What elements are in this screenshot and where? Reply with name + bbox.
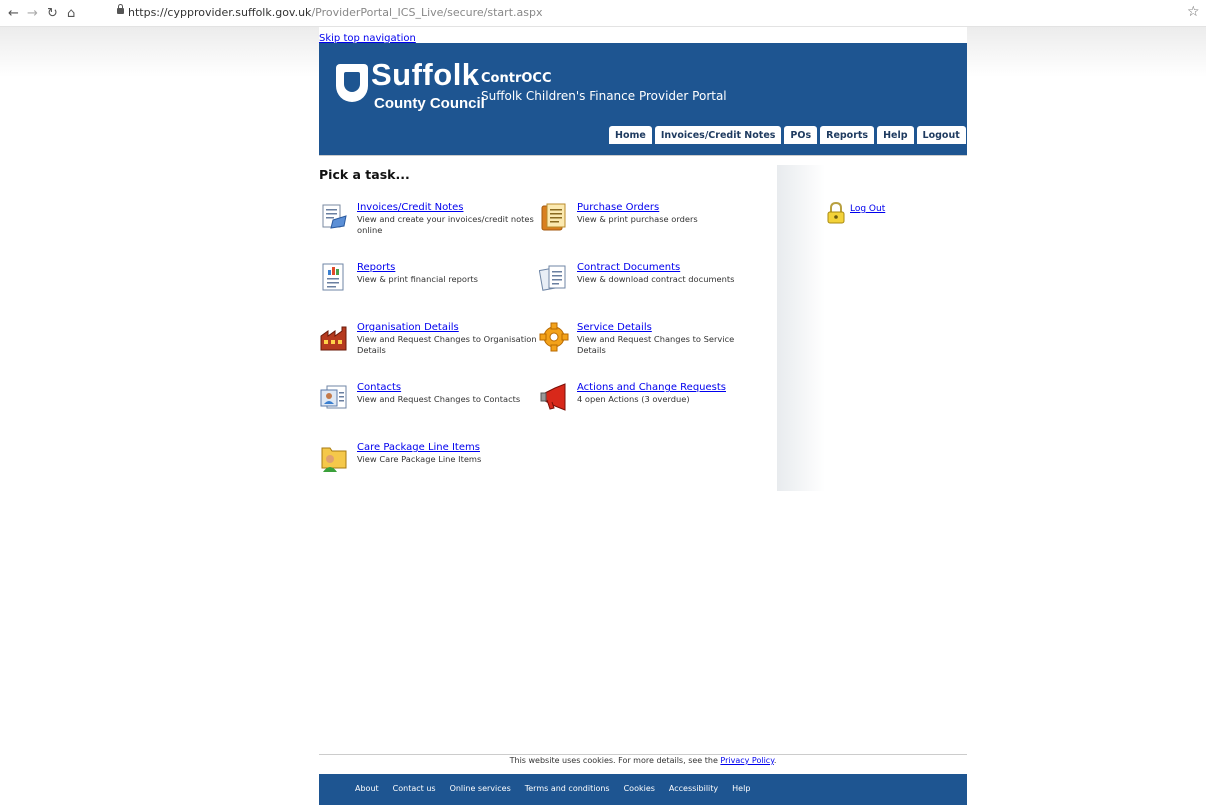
task-desc-organisation-details: View and Request Changes to Organisation… xyxy=(357,334,537,355)
footer-link-terms[interactable]: Terms and conditions xyxy=(525,784,610,793)
back-arrow-icon[interactable]: ← xyxy=(8,6,19,21)
task-desc-purchase-orders: View & print purchase orders xyxy=(577,214,698,224)
suffolk-crest-icon xyxy=(336,64,368,102)
header-banner: Suffolk County Council ContrOCC Suffolk … xyxy=(319,43,967,155)
url-path: /ProviderPortal_ICS_Live/secure/start.as… xyxy=(311,6,543,19)
privacy-policy-link[interactable]: Privacy Policy xyxy=(720,756,773,765)
care-package-icon xyxy=(321,447,347,472)
task-link-actions-change-requests[interactable]: Actions and Change Requests xyxy=(577,382,726,393)
purchase-order-icon xyxy=(541,203,566,231)
task-link-organisation-details[interactable]: Organisation Details xyxy=(357,322,459,333)
bookmark-star-icon[interactable]: ☆ xyxy=(1187,4,1200,20)
tab-logout[interactable]: Logout xyxy=(916,126,966,144)
tab-pos[interactable]: POs xyxy=(784,126,818,144)
footer-link-online-services[interactable]: Online services xyxy=(450,784,511,793)
cookie-end: . xyxy=(773,756,777,765)
footer-link-about[interactable]: About xyxy=(355,784,379,793)
footer-bar: About Contact us Online services Terms a… xyxy=(319,774,967,805)
task-link-contract-documents[interactable]: Contract Documents xyxy=(577,262,680,273)
tab-invoices[interactable]: Invoices/Credit Notes xyxy=(654,126,782,144)
task-link-invoices[interactable]: Invoices/Credit Notes xyxy=(357,202,463,213)
megaphone-icon xyxy=(540,383,566,411)
contract-documents-icon xyxy=(539,265,566,291)
sidebar-panel xyxy=(777,165,825,491)
service-gear-icon xyxy=(539,322,569,352)
task-link-care-package[interactable]: Care Package Line Items xyxy=(357,442,480,453)
task-desc-invoices: View and create your invoices/credit not… xyxy=(357,214,534,235)
brand-title: ContrOCC xyxy=(481,71,552,86)
footer-link-accessibility[interactable]: Accessibility xyxy=(669,784,718,793)
contacts-card-icon xyxy=(320,385,347,409)
task-desc-contract-documents: View & download contract documents xyxy=(577,274,735,284)
task-desc-service-details: View and Request Changes to Service Deta… xyxy=(577,334,735,355)
page-container: Skip top navigation Suffolk County Counc… xyxy=(319,27,967,805)
reload-icon[interactable]: ↻ xyxy=(47,6,58,21)
footer-link-cookies[interactable]: Cookies xyxy=(624,784,655,793)
task-desc-reports: View & print financial reports xyxy=(357,274,478,284)
address-bar[interactable]: https://cypprovider.suffolk.gov.uk/Provi… xyxy=(128,6,542,19)
task-link-contacts[interactable]: Contacts xyxy=(357,382,401,393)
browser-toolbar: ← → ↻ ⌂ https://cypprovider.suffolk.gov.… xyxy=(0,0,1206,27)
cookie-text: This website uses cookies. For more deta… xyxy=(509,756,718,765)
footer-link-contact[interactable]: Contact us xyxy=(393,784,436,793)
tab-help[interactable]: Help xyxy=(877,126,914,144)
tab-reports[interactable]: Reports xyxy=(820,126,875,144)
brand-subtitle: Suffolk Children's Finance Provider Port… xyxy=(481,89,727,103)
footer-links: About Contact us Online services Terms a… xyxy=(355,784,750,793)
home-icon[interactable]: ⌂ xyxy=(67,6,75,21)
task-desc-care-package: View Care Package Line Items xyxy=(357,454,482,464)
tab-home[interactable]: Home xyxy=(609,126,652,144)
task-link-purchase-orders[interactable]: Purchase Orders xyxy=(577,202,659,213)
logo-county-council: County Council xyxy=(374,95,485,112)
lock-icon xyxy=(117,4,124,14)
page-title: Pick a task... xyxy=(319,167,410,182)
padlock-icon xyxy=(827,202,845,224)
task-desc-actions-change-requests: 4 open Actions (3 overdue) xyxy=(577,394,690,404)
task-link-service-details[interactable]: Service Details xyxy=(577,322,652,333)
logout-link[interactable]: Log Out xyxy=(850,204,885,214)
footer-divider xyxy=(319,754,967,755)
task-link-reports[interactable]: Reports xyxy=(357,262,395,273)
invoice-icon xyxy=(322,204,347,229)
organisation-icon xyxy=(320,326,347,351)
logo-suffolk: Suffolk xyxy=(371,57,480,92)
cookie-notice: This website uses cookies. For more deta… xyxy=(319,756,967,765)
top-nav-tabs: Home Invoices/Credit Notes POs Reports H… xyxy=(609,126,966,144)
url-host: https://cypprovider.suffolk.gov.uk xyxy=(128,6,312,19)
report-icon xyxy=(322,263,344,291)
task-desc-contacts: View and Request Changes to Contacts xyxy=(357,394,521,404)
divider xyxy=(319,155,967,156)
footer-link-help[interactable]: Help xyxy=(732,784,750,793)
forward-arrow-icon[interactable]: → xyxy=(27,6,38,21)
